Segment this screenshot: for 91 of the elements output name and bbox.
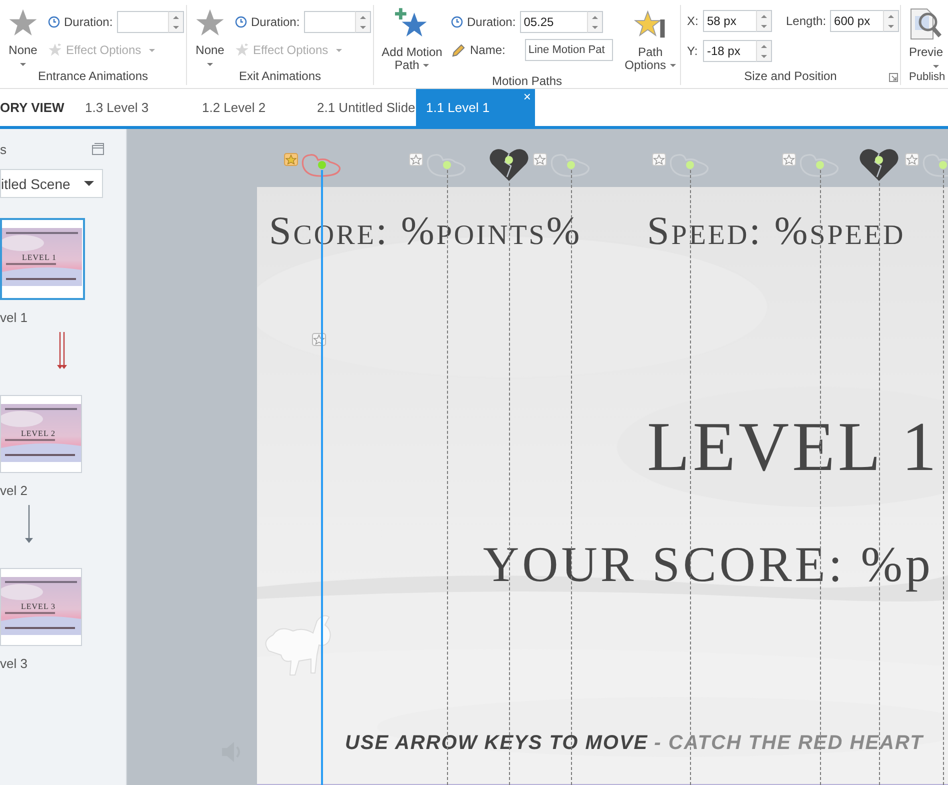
slide-thumbnail[interactable]: LEVEL 2: [0, 395, 82, 473]
sparkle-star-icon: [48, 43, 62, 57]
group-label: Publish: [909, 70, 946, 85]
duration-label: Duration:: [467, 15, 516, 29]
effect-button[interactable]: None: [193, 6, 227, 69]
motion-path-line[interactable]: [571, 170, 572, 785]
motion-path-line[interactable]: [447, 170, 448, 785]
add-motion-path-button[interactable]: Add Motion Path: [378, 6, 446, 74]
tab[interactable]: 1.2 Level 2: [192, 89, 307, 126]
slide-label: vel 1: [0, 310, 28, 326]
star-badge-icon[interactable]: [652, 153, 666, 166]
group-label: Exit Animations: [238, 69, 322, 85]
double-arrow-icon: [57, 332, 67, 370]
motion-path-line[interactable]: [690, 170, 691, 785]
thumbnail-title: LEVEL 2: [21, 429, 56, 438]
scene-dropdown[interactable]: itled Scene: [0, 169, 103, 198]
name-field[interactable]: Line Motion Pat: [525, 39, 614, 61]
name-label: Name:: [470, 43, 506, 57]
path-start-dot[interactable]: [318, 161, 326, 169]
motion-path-line[interactable]: [879, 183, 880, 785]
length-field[interactable]: 600 px: [830, 10, 884, 32]
group-label: Entrance Animations: [36, 69, 150, 85]
pencil-icon: [451, 42, 466, 58]
spinner[interactable]: [883, 10, 900, 32]
caret-icon: [336, 48, 342, 52]
path-start-dot[interactable]: [816, 161, 824, 169]
caret-icon: [670, 64, 676, 68]
group-label: Size and Position: [743, 69, 838, 85]
caret-icon: [933, 65, 939, 68]
star-badge-icon[interactable]: [782, 153, 796, 166]
motion-path-line[interactable]: [943, 170, 944, 785]
duration-label: Duration:: [251, 15, 300, 29]
duration-field[interactable]: [304, 11, 355, 33]
duration-label: Duration:: [64, 15, 113, 29]
group-label: Motion Paths: [490, 74, 564, 88]
star-badge-icon[interactable]: [533, 153, 547, 166]
slide-label: vel 3: [0, 656, 28, 672]
path-start-dot[interactable]: [443, 161, 451, 169]
clock-icon: [451, 16, 463, 28]
x-field[interactable]: 58 px: [703, 10, 756, 32]
y-field[interactable]: -18 px: [703, 40, 756, 62]
caret-icon: [207, 63, 213, 66]
path-start-dot[interactable]: [686, 161, 694, 169]
path-start-dot[interactable]: [939, 161, 947, 169]
star-badge-icon[interactable]: [905, 153, 919, 166]
thumbnail-title: LEVEL 1: [22, 253, 57, 262]
slide-label: vel 2: [0, 483, 28, 499]
spinner[interactable]: [586, 11, 603, 33]
sparkle-star-icon: [235, 43, 249, 57]
tab[interactable]: 2.1 Untitled Slide: [307, 89, 416, 126]
motion-path-line[interactable]: [820, 170, 821, 785]
caret-icon: [149, 48, 156, 52]
star-badge-icon[interactable]: [284, 153, 298, 166]
length-label: Length:: [786, 14, 826, 28]
star-badge-icon[interactable]: [409, 153, 423, 166]
close-button[interactable]: ×: [523, 90, 531, 103]
spinner[interactable]: [756, 10, 772, 32]
x-label: X:: [687, 14, 699, 28]
tab[interactable]: 1.3 Level 3: [75, 89, 192, 126]
duration-field[interactable]: 05.25: [520, 11, 587, 33]
spinner[interactable]: [756, 40, 772, 62]
broken-heart-icon[interactable]: [489, 147, 529, 182]
level-title: LEVEL 1: [647, 413, 940, 483]
star-icon: [8, 8, 38, 38]
slide-thumbnail[interactable]: LEVEL 1: [0, 218, 85, 300]
restore-window-icon[interactable]: [92, 143, 104, 155]
spinner[interactable]: [168, 11, 184, 33]
motion-path-line[interactable]: [509, 183, 510, 785]
clock-icon: [48, 16, 60, 28]
effect-button[interactable]: None: [6, 6, 40, 69]
panel-title: s: [0, 142, 6, 156]
clock-icon: [235, 16, 247, 28]
slide-thumbnail[interactable]: LEVEL 3: [0, 568, 82, 646]
thumbnail-title: LEVEL 3: [21, 602, 56, 611]
duration-field[interactable]: [116, 11, 168, 33]
preview-button[interactable]: Previe: [909, 6, 947, 70]
broken-heart-icon[interactable]: [859, 147, 899, 182]
dialog-launcher-icon[interactable]: [889, 73, 898, 82]
instruction-text: USE ARROW KEYS TO MOVE: [345, 732, 648, 755]
path-options-button[interactable]: Path Options: [620, 6, 680, 74]
caret-icon: [423, 64, 430, 68]
path-start-dot[interactable]: [567, 161, 575, 169]
star-icon: [195, 8, 225, 38]
down-arrow-icon: [25, 505, 33, 543]
star-icon: [633, 8, 668, 40]
tab[interactable]: 1.1 Level 1 ×: [416, 89, 535, 126]
instruction-text: - CATCH THE RED HEART: [654, 732, 924, 755]
y-label: Y:: [687, 44, 699, 58]
caret-icon: [20, 63, 26, 66]
tab[interactable]: ORY VIEW: [0, 89, 75, 126]
spinner[interactable]: [354, 11, 371, 33]
